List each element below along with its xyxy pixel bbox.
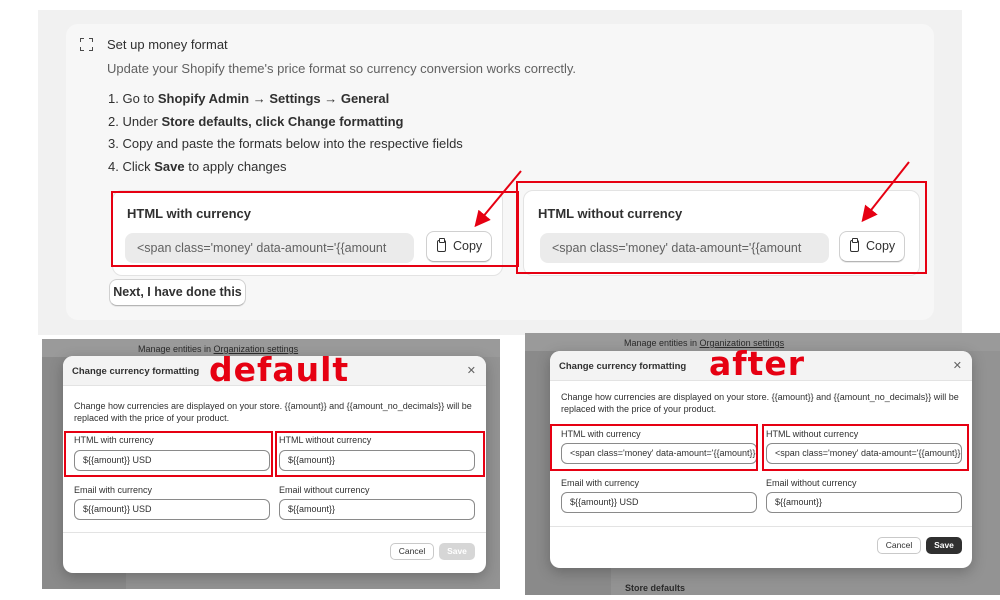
close-icon[interactable]: ✕: [953, 359, 962, 372]
background-store-defaults: Store defaults: [625, 583, 686, 593]
arrow-to-copy-with-currency: [474, 170, 522, 228]
email-without-currency-input[interactable]: ${{amount}}: [279, 499, 475, 520]
email-without-currency-label: Email without currency: [766, 478, 857, 488]
email-with-currency-label: Email with currency: [74, 485, 153, 495]
email-with-currency-input[interactable]: ${{amount}} USD: [74, 499, 270, 520]
arrow-to-copy-without-currency: [861, 161, 910, 223]
default-annotation-label: default: [209, 350, 350, 389]
save-button[interactable]: Save: [926, 537, 962, 554]
modal-description: Change how currencies are displayed on y…: [561, 392, 959, 414]
modal-title: Change currency formatting: [559, 361, 687, 372]
highlight-after-html-with: [550, 424, 758, 471]
email-with-currency-input[interactable]: ${{amount}} USD: [561, 492, 757, 513]
save-button-disabled[interactable]: Save: [439, 543, 475, 560]
cancel-button[interactable]: Cancel: [390, 543, 434, 560]
close-icon[interactable]: ✕: [467, 364, 476, 377]
email-without-currency-input[interactable]: ${{amount}}: [766, 492, 962, 513]
highlight-default-html-with: [64, 431, 273, 477]
highlight-default-html-without: [275, 431, 485, 477]
cancel-button[interactable]: Cancel: [877, 537, 921, 554]
modal-title: Change currency formatting: [72, 366, 200, 377]
email-with-currency-label: Email with currency: [561, 478, 640, 488]
after-annotation-label: after: [709, 344, 806, 383]
highlight-after-html-without: [762, 424, 969, 471]
modal-description: Change how currencies are displayed on y…: [74, 401, 472, 423]
email-without-currency-label: Email without currency: [279, 485, 370, 495]
